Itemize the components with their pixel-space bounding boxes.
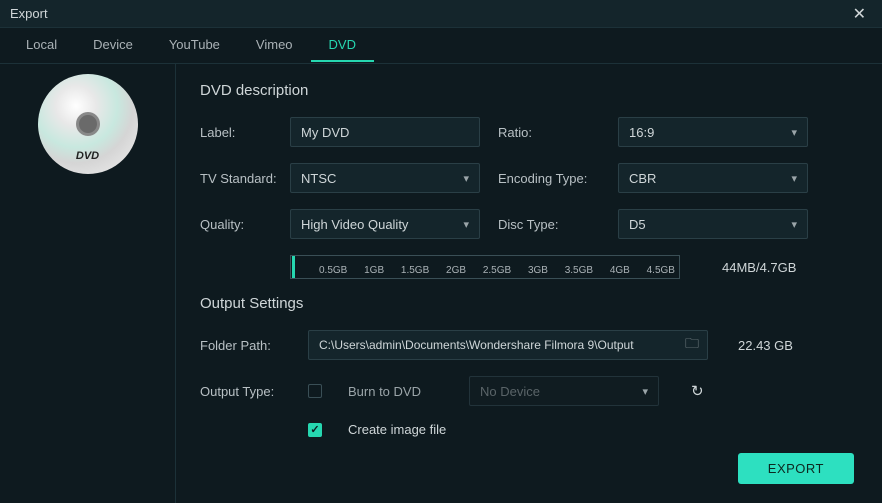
tick: 3.5GB [565,265,593,276]
burn-checkbox[interactable] [308,384,322,398]
device-select[interactable]: No Device ▾ [469,376,659,406]
dvd-disc-icon: DVD [38,74,138,174]
dvd-description-title: DVD description [200,82,854,99]
folder-label: Folder Path: [200,338,290,353]
tvstd-select[interactable]: NTSC ▾ [290,163,480,193]
quality-select[interactable]: High Video Quality ▾ [290,209,480,239]
disc-label: Disc Type: [498,217,618,232]
tick: 2.5GB [483,265,511,276]
chevron-down-icon: ▾ [791,126,797,139]
image-file-checkbox[interactable]: ✓ [308,423,322,437]
tab-dvd[interactable]: DVD [311,29,374,62]
tick: 4.5GB [647,265,675,276]
sidebar: DVD [0,64,176,503]
ratio-value: 16:9 [629,125,654,140]
free-space-text: 22.43 GB [738,338,793,353]
tvstd-label: TV Standard: [200,171,290,186]
footer: EXPORT [200,453,854,484]
enc-label: Encoding Type: [498,171,618,186]
chevron-down-icon: ▾ [791,218,797,231]
output-settings-title: Output Settings [200,295,854,312]
disc-value: D5 [629,217,646,232]
tick: 1GB [364,265,384,276]
dvd-disc-label: DVD [76,150,99,162]
chevron-down-icon: ▾ [463,218,469,231]
label-input[interactable] [290,117,480,147]
chevron-down-icon: ▾ [463,172,469,185]
disc-select[interactable]: D5 ▾ [618,209,808,239]
ratio-label: Ratio: [498,125,618,140]
close-button[interactable]: ✕ [847,4,872,24]
ratio-select[interactable]: 16:9 ▾ [618,117,808,147]
folder-icon[interactable]: 🗀 [685,333,699,357]
body: DVD DVD description Label: Ratio: 16:9 ▾… [0,64,882,503]
label-label: Label: [200,125,290,140]
output-type-label: Output Type: [200,384,290,399]
titlebar: Export ✕ [0,0,882,28]
window-title: Export [10,6,48,21]
dvd-hole-icon [76,112,100,136]
folder-path-value: C:\Users\admin\Documents\Wondershare Fil… [319,338,677,352]
tick: 2GB [446,265,466,276]
tick: 4GB [610,265,630,276]
quality-label: Quality: [200,217,290,232]
enc-select[interactable]: CBR ▾ [618,163,808,193]
tab-vimeo[interactable]: Vimeo [238,29,311,62]
tick: 3GB [528,265,548,276]
quality-value: High Video Quality [301,217,408,232]
tab-device[interactable]: Device [75,29,151,62]
enc-value: CBR [629,171,656,186]
ruler-ticks: 0.5GB 1GB 1.5GB 2GB 2.5GB 3GB 3.5GB 4GB … [291,265,679,278]
size-marker [292,256,295,278]
size-ruler[interactable]: 0.5GB 1GB 1.5GB 2GB 2.5GB 3GB 3.5GB 4GB … [290,255,680,279]
main-panel: DVD description Label: Ratio: 16:9 ▾ TV … [176,64,882,503]
size-text: 44MB/4.7GB [722,260,796,275]
tick: 0.5GB [319,265,347,276]
tick: 1.5GB [401,265,429,276]
folder-path-input[interactable]: C:\Users\admin\Documents\Wondershare Fil… [308,330,708,360]
burn-label: Burn to DVD [348,384,421,399]
tabs: Local Device YouTube Vimeo DVD [0,28,882,64]
image-file-label: Create image file [348,422,446,437]
tvstd-value: NTSC [301,171,336,186]
refresh-icon[interactable]: ↻ [691,382,704,400]
tab-youtube[interactable]: YouTube [151,29,238,62]
chevron-down-icon: ▾ [642,385,648,398]
export-button[interactable]: EXPORT [738,453,854,484]
device-value: No Device [480,384,540,399]
tab-local[interactable]: Local [8,29,75,62]
chevron-down-icon: ▾ [791,172,797,185]
